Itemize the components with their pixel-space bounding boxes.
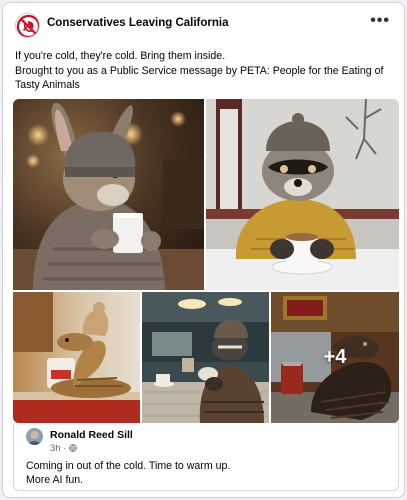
photo-more[interactable]: +4	[271, 292, 399, 423]
group-avatar[interactable]	[15, 13, 40, 38]
caption-text: Coming in out of the cold. Time to warm …	[26, 459, 230, 487]
photo-rabbit[interactable]	[13, 99, 204, 290]
timestamp-text: 3h ·	[50, 443, 70, 454]
globe-icon	[69, 444, 77, 452]
photo-badger[interactable]	[142, 292, 269, 423]
avatar[interactable]	[26, 428, 43, 445]
caption-line: Coming in out of the cold. Time to warm …	[26, 460, 231, 472]
post-timestamp[interactable]: 3h ·	[50, 443, 77, 454]
more-options-button[interactable]: •••	[370, 13, 390, 29]
more-photos-overlay[interactable]: +4	[271, 292, 399, 423]
post-card: Conservatives Leaving California ••• If …	[2, 2, 405, 498]
photo-raccoon[interactable]	[206, 99, 399, 290]
photo-grid: +4	[13, 99, 399, 423]
author-name-link[interactable]: Ronald Reed Sill	[50, 429, 133, 441]
caption-line: More AI fun.	[26, 474, 84, 486]
more-icon: •••	[370, 12, 390, 29]
no-communism-icon	[16, 14, 39, 37]
more-photos-count: +4	[323, 346, 347, 368]
shared-caption: Ronald Reed Sill 3h · Coming in out of t…	[13, 423, 399, 491]
post-text: If you're cold, they're cold. Bring them…	[15, 49, 400, 93]
photo-snake[interactable]	[13, 292, 140, 423]
post-header: Conservatives Leaving California •••	[15, 13, 394, 39]
post-text-line: If you're cold, they're cold. Bring them…	[15, 50, 226, 62]
post-text-line: Brought to you as a Public Service messa…	[15, 64, 384, 77]
post-text-line: Tasty Animals	[15, 79, 80, 91]
group-name-link[interactable]: Conservatives Leaving California	[47, 17, 229, 29]
